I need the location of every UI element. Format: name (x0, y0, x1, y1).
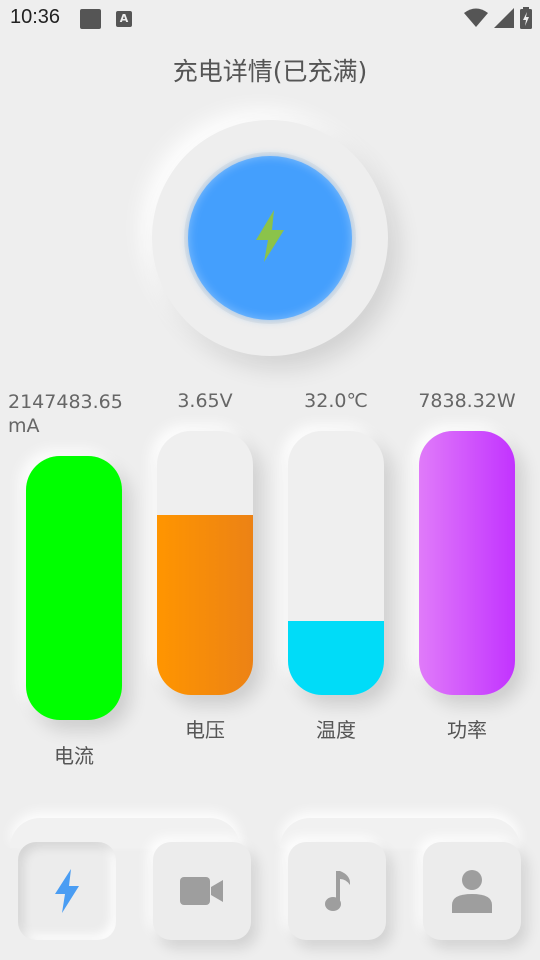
wifi-icon (464, 8, 488, 27)
page-title: 充电详情(已充满) (172, 57, 368, 86)
notification-a-icon: A (116, 11, 132, 27)
current-value: 2147483.65 (8, 391, 123, 413)
video-camera-icon (180, 877, 223, 905)
battery-charging-icon (520, 7, 532, 29)
power-gauge (419, 431, 515, 695)
lightning-icon (256, 210, 284, 262)
power-value: 7838.32W (418, 390, 516, 412)
current-name: 电流 (54, 744, 94, 768)
voltage-gauge (157, 431, 253, 695)
current-gauge (26, 456, 122, 720)
status-time: 10:36 (10, 6, 61, 28)
voltage-name: 电压 (185, 718, 225, 742)
status-icons (464, 7, 532, 29)
nav-music-button[interactable] (288, 842, 386, 940)
power-name: 功率 (447, 718, 487, 742)
voltage-gauge-fill (157, 515, 253, 695)
current-value-label: 2147483.65 mA (8, 390, 123, 438)
nav-video-button[interactable] (153, 842, 251, 940)
person-icon (452, 870, 492, 913)
power-gauge-fill (419, 431, 515, 695)
lightning-icon (55, 869, 79, 913)
status-bar: 10:36 A (0, 0, 540, 36)
music-note-icon (325, 871, 350, 911)
nav-charge-button[interactable] (18, 842, 116, 940)
current-gauge-fill (26, 456, 122, 720)
temperature-gauge (288, 431, 384, 695)
voltage-value: 3.65V (177, 390, 233, 412)
notification-square-icon (80, 9, 101, 29)
current-unit: mA (8, 415, 40, 437)
signal-icon (494, 8, 514, 28)
nav-profile-button[interactable] (423, 842, 521, 940)
temperature-value: 32.0℃ (304, 390, 368, 412)
temperature-gauge-fill (288, 621, 384, 695)
temperature-name: 温度 (316, 718, 356, 742)
